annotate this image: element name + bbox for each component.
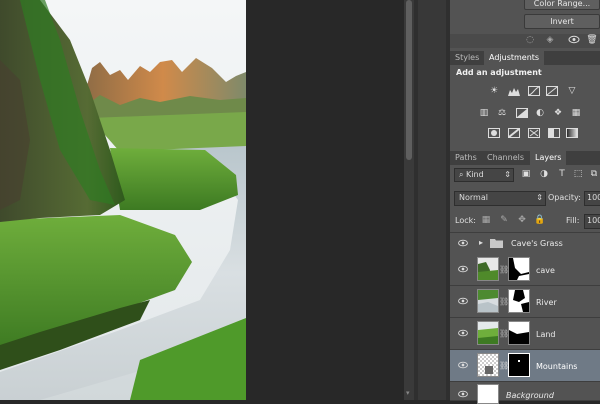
apply-mask-icon[interactable]: ◈	[544, 35, 556, 46]
invert-icon[interactable]	[488, 128, 500, 139]
vibrance-icon[interactable]: ▽	[566, 86, 578, 97]
tab-channels[interactable]: Channels	[482, 151, 529, 165]
layer-thumbnail	[477, 257, 499, 281]
document-canvas[interactable]	[0, 0, 246, 400]
visibility-eye-icon[interactable]	[457, 361, 469, 369]
color-balance-icon[interactable]: ⚖	[496, 108, 508, 119]
layer-mask-thumbnail[interactable]	[508, 353, 530, 377]
layer-thumbnail	[477, 353, 499, 377]
disclosure-triangle-icon[interactable]: ▸	[479, 238, 483, 247]
gradient-map-icon[interactable]	[566, 128, 578, 139]
tab-paths[interactable]: Paths	[450, 151, 482, 165]
posterize-icon[interactable]	[508, 128, 520, 139]
lock-transparent-icon[interactable]: ▦	[480, 215, 492, 226]
visibility-eye-icon[interactable]	[457, 239, 469, 247]
fill-input[interactable]: 100	[584, 214, 600, 229]
layer-row-background[interactable]: Background	[450, 382, 600, 404]
layer-thumbnail	[477, 289, 499, 313]
add-adjustment-heading: Add an adjustment	[456, 68, 542, 77]
layer-name: Background	[506, 391, 554, 400]
canvas-artwork	[0, 0, 246, 400]
layer-mask-thumbnail[interactable]	[508, 257, 530, 281]
filter-shape-icon[interactable]: ⬚	[572, 169, 584, 180]
blend-mode-select[interactable]: Normal ⇕	[454, 191, 546, 206]
layer-thumbnail	[477, 321, 499, 345]
filter-pixel-icon[interactable]: ▣	[520, 169, 532, 180]
layer-name: Mountains	[536, 362, 578, 371]
visibility-eye-icon[interactable]	[457, 297, 469, 305]
threshold-icon[interactable]	[528, 128, 540, 139]
chevron-down-icon: ⇕	[504, 170, 511, 179]
collapsed-panel-strip	[418, 0, 446, 400]
tab-styles[interactable]: Styles	[450, 51, 484, 65]
layer-row-land[interactable]: ⛓ Land	[450, 318, 600, 350]
black-white-icon[interactable]	[516, 108, 528, 119]
filter-adjustment-icon[interactable]: ◑	[538, 169, 550, 180]
selection-icon[interactable]: ◌	[524, 35, 536, 46]
layer-row-cave[interactable]: ⛓ cave	[450, 254, 600, 286]
lock-image-icon[interactable]: ✎	[498, 215, 510, 226]
tab-layers[interactable]: Layers	[530, 151, 567, 165]
pasteboard	[246, 0, 404, 400]
channel-mixer-icon[interactable]: ❖	[552, 108, 564, 119]
layer-filter-kind-select[interactable]: ⌕ Kind ⇕	[454, 168, 514, 182]
visibility-eye-icon[interactable]	[457, 329, 469, 337]
visibility-eye-icon[interactable]	[568, 35, 580, 46]
folder-icon	[490, 239, 503, 248]
delete-icon[interactable]: 🗑	[586, 35, 598, 46]
layer-mask-thumbnail[interactable]	[508, 289, 530, 313]
brightness-contrast-icon[interactable]: ☀	[488, 86, 500, 97]
invert-button[interactable]: Invert	[524, 14, 600, 29]
curves-icon[interactable]	[528, 86, 540, 97]
search-icon: ⌕	[459, 170, 464, 179]
exposure-icon[interactable]	[546, 86, 558, 97]
tab-adjustments[interactable]: Adjustments	[484, 51, 545, 65]
visibility-eye-icon[interactable]	[457, 390, 469, 398]
lock-all-icon[interactable]: 🔒	[534, 215, 546, 226]
layer-name: Land	[536, 330, 556, 339]
color-range-button[interactable]: Color Range...	[524, 0, 600, 10]
lock-position-icon[interactable]: ✥	[516, 215, 528, 226]
layer-thumbnail	[477, 384, 499, 404]
layer-name: cave	[536, 266, 555, 275]
hue-saturation-icon[interactable]: ▥	[478, 108, 490, 119]
layer-name: Cave's Grass	[511, 239, 563, 248]
layer-group-row[interactable]: ▸ Cave's Grass	[450, 233, 600, 255]
filter-smart-object-icon[interactable]: ⧉	[588, 169, 600, 180]
color-lookup-icon[interactable]: ▦	[570, 108, 582, 119]
photo-filter-icon[interactable]: ◐	[534, 108, 546, 119]
scroll-down-arrow-icon[interactable]: ▾	[406, 389, 412, 397]
layer-mask-thumbnail[interactable]	[508, 321, 530, 345]
scrollbar-thumb[interactable]	[406, 0, 412, 160]
filter-type-icon[interactable]: T	[556, 169, 568, 180]
visibility-eye-icon[interactable]	[457, 265, 469, 273]
layer-name: River	[536, 298, 557, 307]
fill-label: Fill:	[566, 216, 580, 225]
selective-color-icon[interactable]	[548, 128, 560, 139]
opacity-label: Opacity:	[548, 193, 581, 202]
layer-row-mountains[interactable]: ⛓ Mountains	[450, 350, 600, 382]
opacity-input[interactable]: 100	[584, 191, 600, 206]
filter-kind-label: Kind	[466, 170, 484, 179]
blend-mode-value: Normal	[459, 193, 488, 202]
levels-icon[interactable]	[508, 86, 520, 97]
lock-label: Lock:	[455, 216, 476, 225]
chevron-down-icon: ⇕	[536, 193, 543, 202]
layer-row-river[interactable]: ⛓ River	[450, 286, 600, 318]
